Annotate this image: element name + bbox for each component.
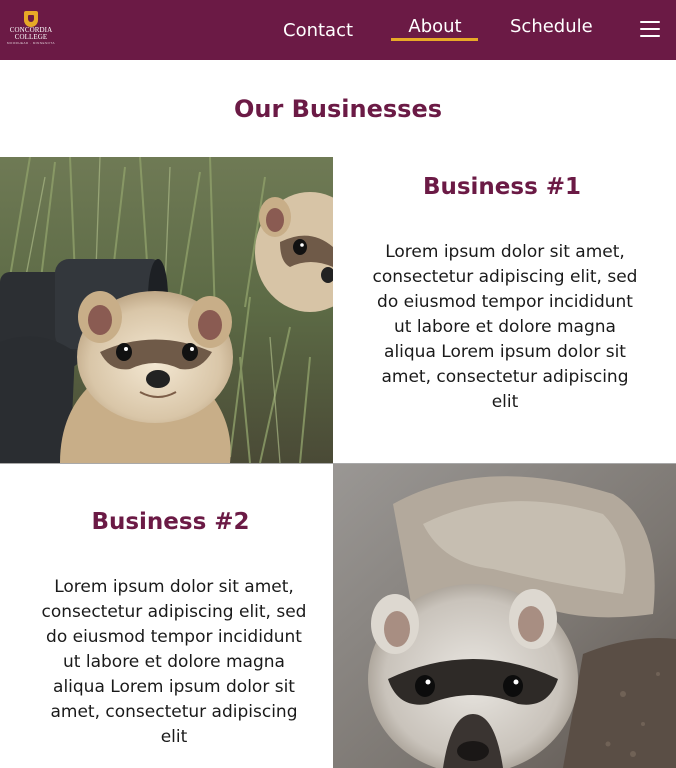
page-title: Our Businesses xyxy=(233,95,443,123)
nav-contact-link[interactable]: Contact xyxy=(283,20,353,42)
ferret-closeup-image xyxy=(333,464,676,768)
logo-line-2: COLLEGE xyxy=(14,33,48,41)
ferret-grass-image xyxy=(0,157,333,463)
business-1-photo xyxy=(0,157,333,463)
active-nav-underline xyxy=(391,38,478,41)
business-2-photo xyxy=(333,464,676,768)
hamburger-menu-icon[interactable] xyxy=(640,21,660,37)
business-2-description: Lorem ipsum dolor sit amet, consectetur … xyxy=(41,577,307,747)
site-header: CONCORDIA COLLEGE MOORHEAD · MINNESOTA C… xyxy=(0,0,676,60)
nav-about-link[interactable]: About xyxy=(392,16,478,38)
crest-icon xyxy=(24,11,38,27)
business-2-title: Business #2 xyxy=(91,509,250,535)
menu-bar xyxy=(640,35,660,37)
menu-bar xyxy=(640,21,660,23)
logo-subline: MOORHEAD · MINNESOTA xyxy=(7,41,55,45)
business-1-description: Lorem ipsum dolor sit amet, consectetur … xyxy=(372,242,638,412)
concordia-college-logo[interactable]: CONCORDIA COLLEGE MOORHEAD · MINNESOTA xyxy=(4,11,58,49)
menu-bar xyxy=(640,28,660,30)
business-1-title: Business #1 xyxy=(422,174,582,200)
nav-schedule-link[interactable]: Schedule xyxy=(510,16,593,38)
